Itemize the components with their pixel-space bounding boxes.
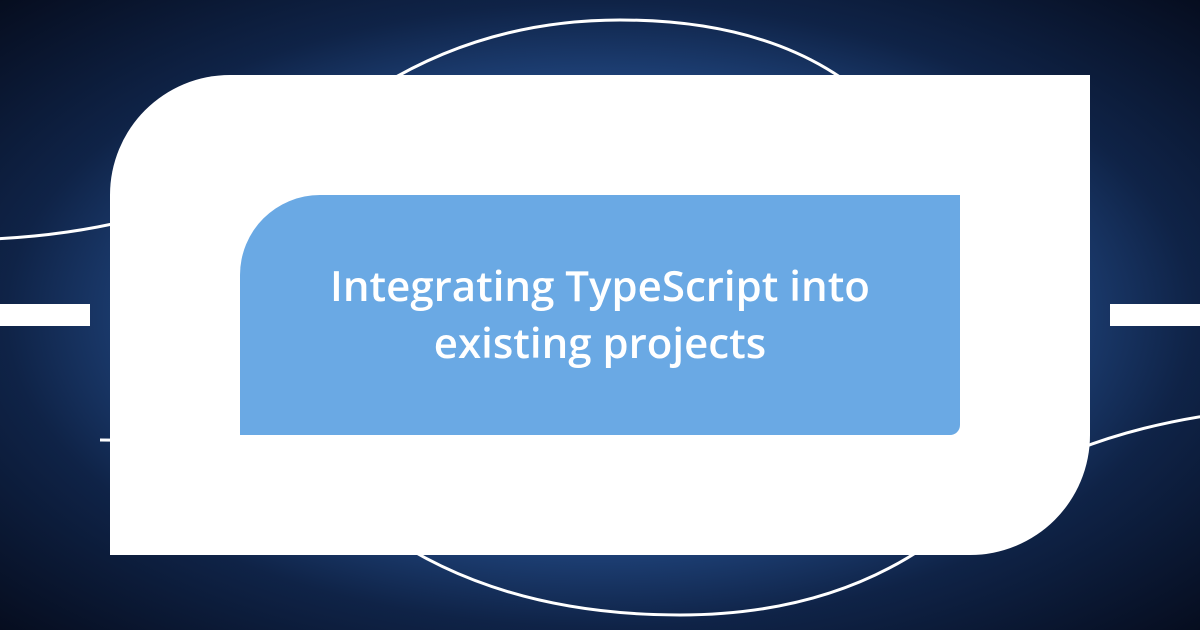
inner-card: Integrating TypeScript into existing pro… <box>240 195 960 435</box>
decorative-band-left <box>0 304 90 326</box>
page-title: Integrating TypeScript into existing pro… <box>300 258 900 371</box>
decorative-band-right <box>1110 304 1200 326</box>
